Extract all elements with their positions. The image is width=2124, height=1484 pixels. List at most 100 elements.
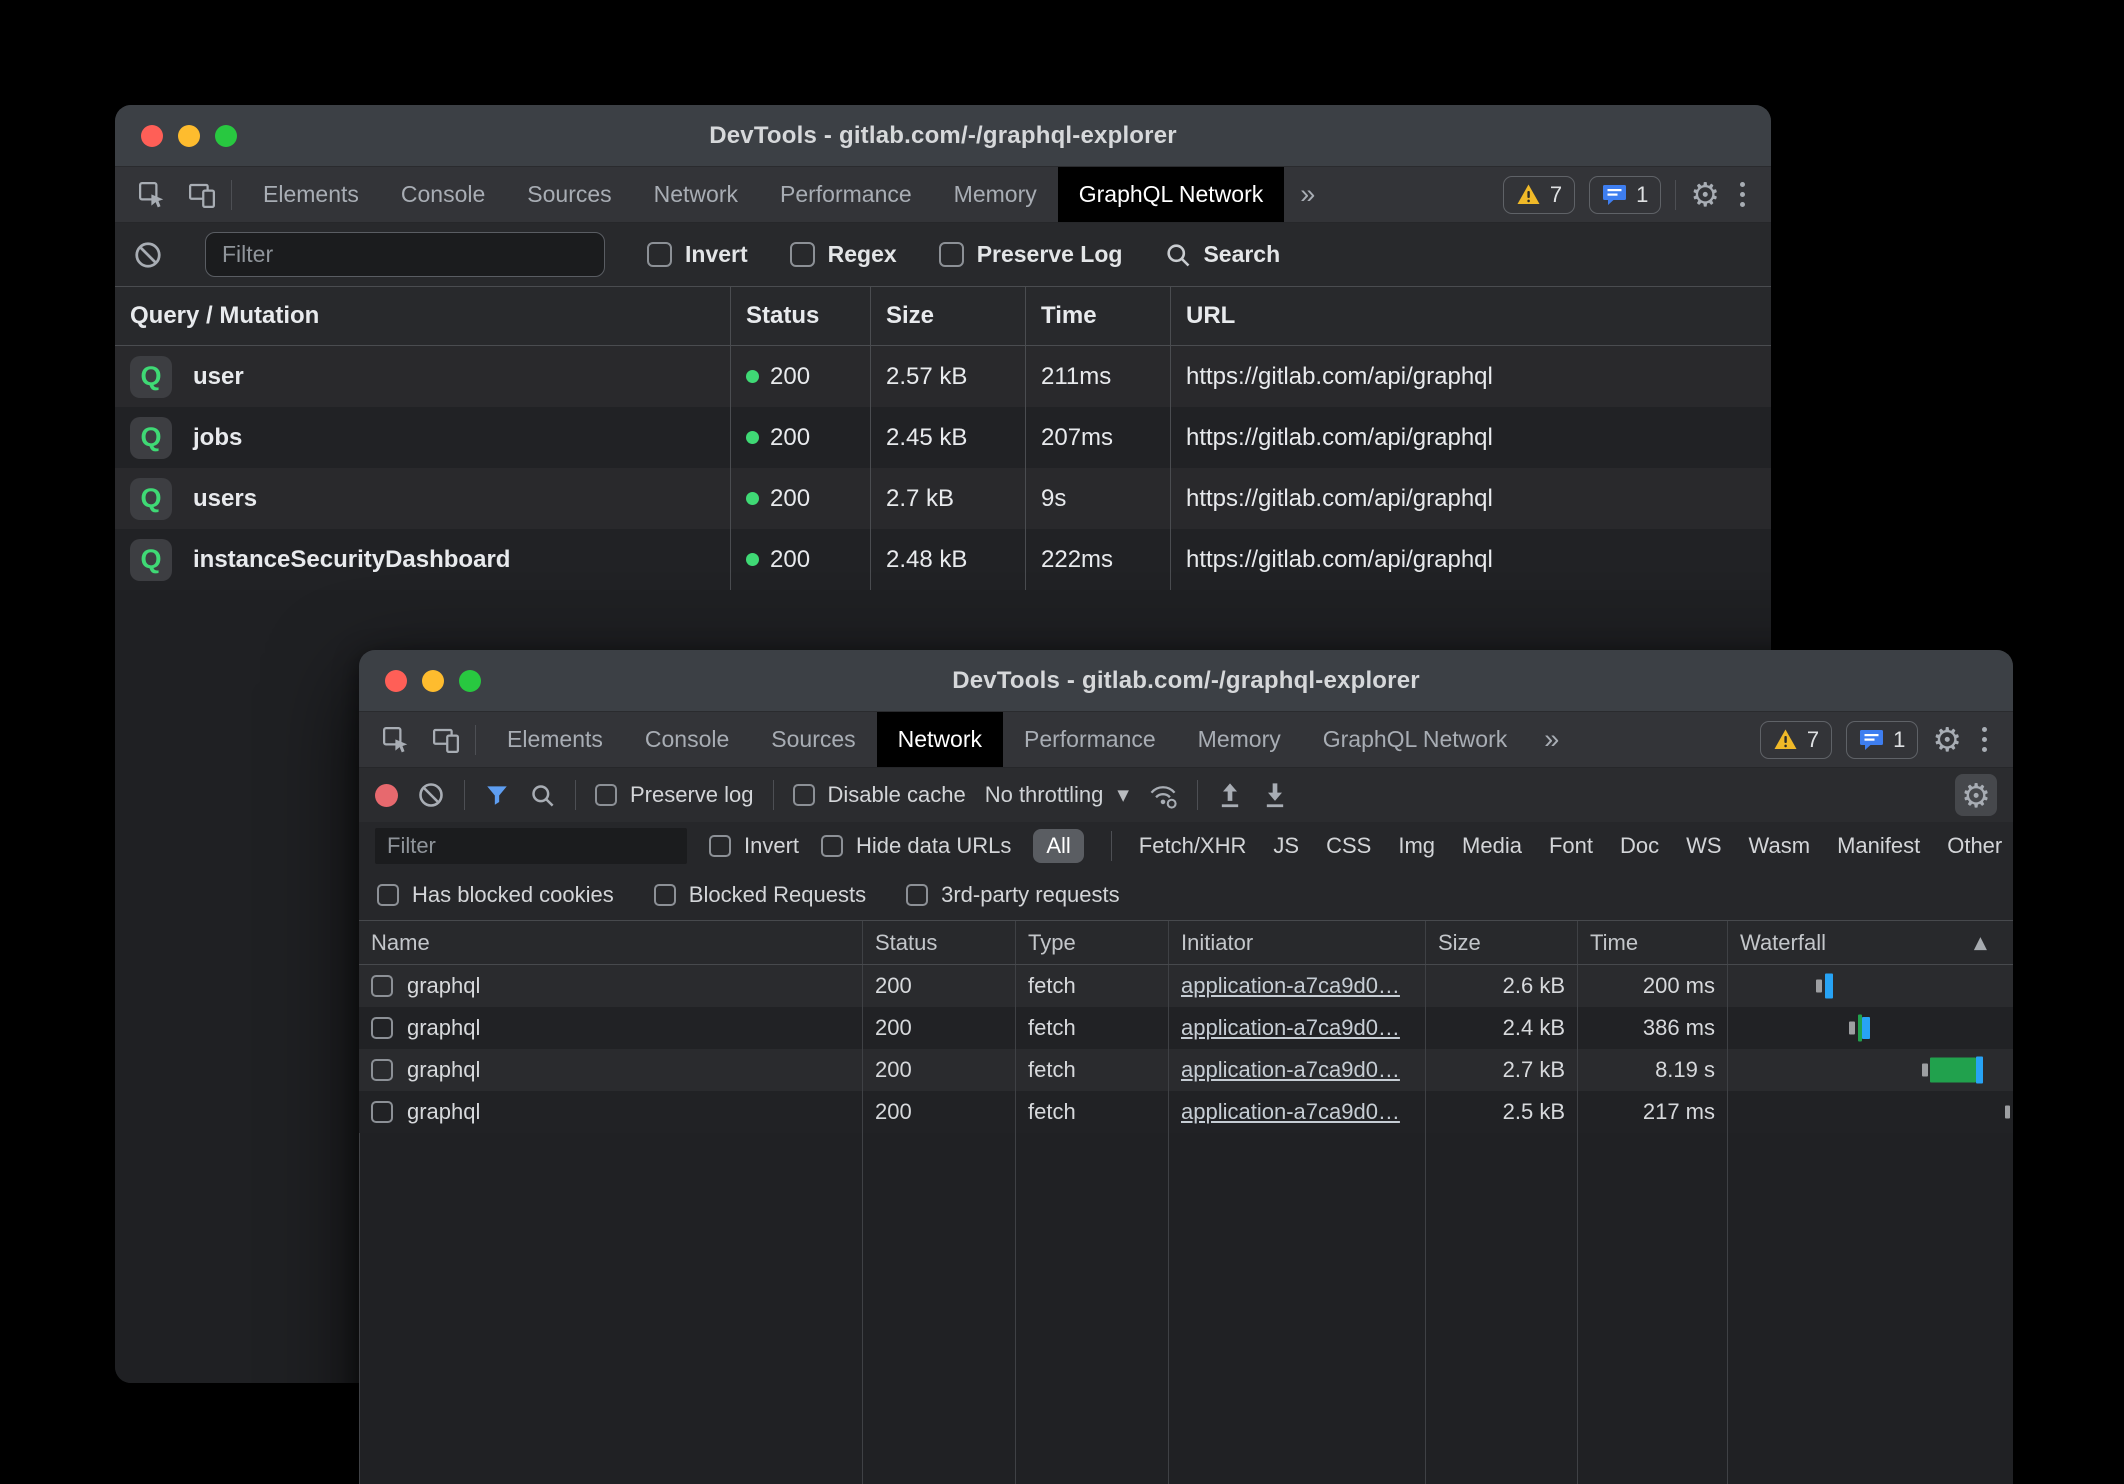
initiator-link[interactable]: application-a7ca9d0… — [1181, 1099, 1400, 1125]
network-filter-input[interactable] — [375, 828, 687, 864]
type-filter-fetch-xhr[interactable]: Fetch/XHR — [1139, 833, 1247, 859]
row-checkbox[interactable] — [371, 975, 393, 997]
invert-checkbox[interactable]: Invert — [709, 833, 799, 859]
table-row[interactable]: graphql 200 fetch application-a7ca9d0… 2… — [359, 1007, 2013, 1049]
invert-checkbox[interactable]: Invert — [647, 241, 748, 268]
tab-console[interactable]: Console — [624, 712, 750, 767]
search-icon[interactable] — [529, 782, 556, 809]
column-header-url[interactable]: URL — [1170, 287, 1771, 345]
column-header-status[interactable]: Status — [730, 287, 870, 345]
settings-gear-icon[interactable]: ⚙ — [1690, 178, 1720, 211]
type-filter-media[interactable]: Media — [1462, 833, 1522, 859]
tab-performance[interactable]: Performance — [1003, 712, 1177, 767]
type-filter-manifest[interactable]: Manifest — [1837, 833, 1920, 859]
export-har-icon[interactable] — [1262, 781, 1288, 809]
column-header-time[interactable]: Time — [1025, 287, 1170, 345]
column-header-waterfall[interactable]: Waterfall ▲ — [1727, 921, 2013, 964]
initiator-link[interactable]: application-a7ca9d0… — [1181, 973, 1400, 999]
tab-elements[interactable]: Elements — [242, 167, 380, 222]
row-checkbox[interactable] — [371, 1017, 393, 1039]
tab-memory[interactable]: Memory — [933, 167, 1058, 222]
preserve-log-checkbox[interactable]: Preserve Log — [939, 241, 1123, 268]
warnings-badge[interactable]: 7 — [1760, 721, 1832, 759]
device-toolbar-icon[interactable] — [425, 719, 467, 761]
status-code: 200 — [862, 1049, 1015, 1091]
type-filter-ws[interactable]: WS — [1686, 833, 1721, 859]
regex-checkbox[interactable]: Regex — [790, 241, 897, 268]
tab-sources[interactable]: Sources — [506, 167, 632, 222]
issues-badge[interactable]: 1 — [1846, 721, 1918, 759]
type-filter-other[interactable]: Other — [1947, 833, 2002, 859]
more-options-kebab-icon[interactable] — [1976, 727, 1993, 752]
column-header-query-mutation[interactable]: Query / Mutation — [115, 287, 730, 345]
type-filter-font[interactable]: Font — [1549, 833, 1593, 859]
type-filter-doc[interactable]: Doc — [1620, 833, 1659, 859]
search-button[interactable]: Search — [1164, 241, 1280, 269]
tab-network[interactable]: Network — [633, 167, 759, 222]
request-type: fetch — [1015, 1091, 1168, 1133]
inspect-element-icon[interactable] — [131, 174, 173, 216]
row-checkbox[interactable] — [371, 1059, 393, 1081]
has-blocked-cookies-checkbox[interactable]: Has blocked cookies — [377, 882, 614, 908]
graphql-filter-input[interactable] — [205, 232, 605, 277]
settings-gear-icon[interactable]: ⚙ — [1932, 723, 1962, 756]
column-header-name[interactable]: Name — [359, 921, 862, 964]
table-row[interactable]: Q instanceSecurityDashboard 200 2.48 kB … — [115, 529, 1771, 590]
tab-elements[interactable]: Elements — [486, 712, 624, 767]
type-filter-css[interactable]: CSS — [1326, 833, 1371, 859]
zoom-button[interactable] — [459, 670, 481, 692]
type-filter-all[interactable]: All — [1033, 829, 1083, 863]
initiator-link[interactable]: application-a7ca9d0… — [1181, 1015, 1400, 1041]
more-tabs-chevron-icon[interactable]: » — [1528, 712, 1575, 767]
third-party-requests-checkbox[interactable]: 3rd-party requests — [906, 882, 1120, 908]
column-header-time[interactable]: Time — [1577, 921, 1727, 964]
issues-badge[interactable]: 1 — [1589, 176, 1661, 214]
minimize-button[interactable] — [178, 125, 200, 147]
tab-performance[interactable]: Performance — [759, 167, 933, 222]
close-button[interactable] — [385, 670, 407, 692]
filter-funnel-icon[interactable] — [484, 782, 510, 808]
request-url: https://gitlab.com/api/graphql — [1170, 529, 1771, 590]
type-filter-wasm[interactable]: Wasm — [1749, 833, 1811, 859]
network-settings-button[interactable]: ⚙ — [1955, 774, 1997, 816]
clear-icon[interactable] — [417, 781, 445, 809]
column-header-type[interactable]: Type — [1015, 921, 1168, 964]
table-row[interactable]: graphql 200 fetch application-a7ca9d0… 2… — [359, 1049, 2013, 1091]
inspect-element-icon[interactable] — [375, 719, 417, 761]
type-filter-js[interactable]: JS — [1273, 833, 1299, 859]
column-header-size[interactable]: Size — [1425, 921, 1577, 964]
hide-data-urls-checkbox[interactable]: Hide data URLs — [821, 833, 1011, 859]
disable-cache-checkbox[interactable]: Disable cache — [793, 782, 966, 808]
minimize-button[interactable] — [422, 670, 444, 692]
block-icon[interactable] — [133, 240, 163, 270]
throttling-select[interactable]: No throttling ▼ — [985, 782, 1129, 808]
type-filter-img[interactable]: Img — [1398, 833, 1435, 859]
table-row[interactable]: Q jobs 200 2.45 kB 207ms https://gitlab.… — [115, 407, 1771, 468]
tab-sources[interactable]: Sources — [750, 712, 876, 767]
tab-network[interactable]: Network — [877, 712, 1003, 767]
preserve-log-checkbox[interactable]: Preserve log — [595, 782, 754, 808]
column-header-initiator[interactable]: Initiator — [1168, 921, 1425, 964]
table-row[interactable]: Q users 200 2.7 kB 9s https://gitlab.com… — [115, 468, 1771, 529]
close-button[interactable] — [141, 125, 163, 147]
row-checkbox[interactable] — [371, 1101, 393, 1123]
table-row[interactable]: graphql 200 fetch application-a7ca9d0… 2… — [359, 965, 2013, 1007]
tab-memory[interactable]: Memory — [1177, 712, 1302, 767]
column-header-status[interactable]: Status — [862, 921, 1015, 964]
column-header-size[interactable]: Size — [870, 287, 1025, 345]
warnings-badge[interactable]: 7 — [1503, 176, 1575, 214]
tab-graphql-network[interactable]: GraphQL Network — [1058, 167, 1285, 222]
blocked-requests-checkbox[interactable]: Blocked Requests — [654, 882, 866, 908]
tab-console[interactable]: Console — [380, 167, 506, 222]
table-row[interactable]: Q user 200 2.57 kB 211ms https://gitlab.… — [115, 346, 1771, 407]
more-options-kebab-icon[interactable] — [1734, 182, 1751, 207]
record-button[interactable] — [375, 784, 398, 807]
tab-graphql-network[interactable]: GraphQL Network — [1302, 712, 1529, 767]
table-row[interactable]: graphql 200 fetch application-a7ca9d0… 2… — [359, 1091, 2013, 1133]
network-conditions-icon[interactable] — [1148, 781, 1178, 809]
zoom-button[interactable] — [215, 125, 237, 147]
more-tabs-chevron-icon[interactable]: » — [1284, 167, 1331, 222]
initiator-link[interactable]: application-a7ca9d0… — [1181, 1057, 1400, 1083]
import-har-icon[interactable] — [1217, 781, 1243, 809]
device-toolbar-icon[interactable] — [181, 174, 223, 216]
